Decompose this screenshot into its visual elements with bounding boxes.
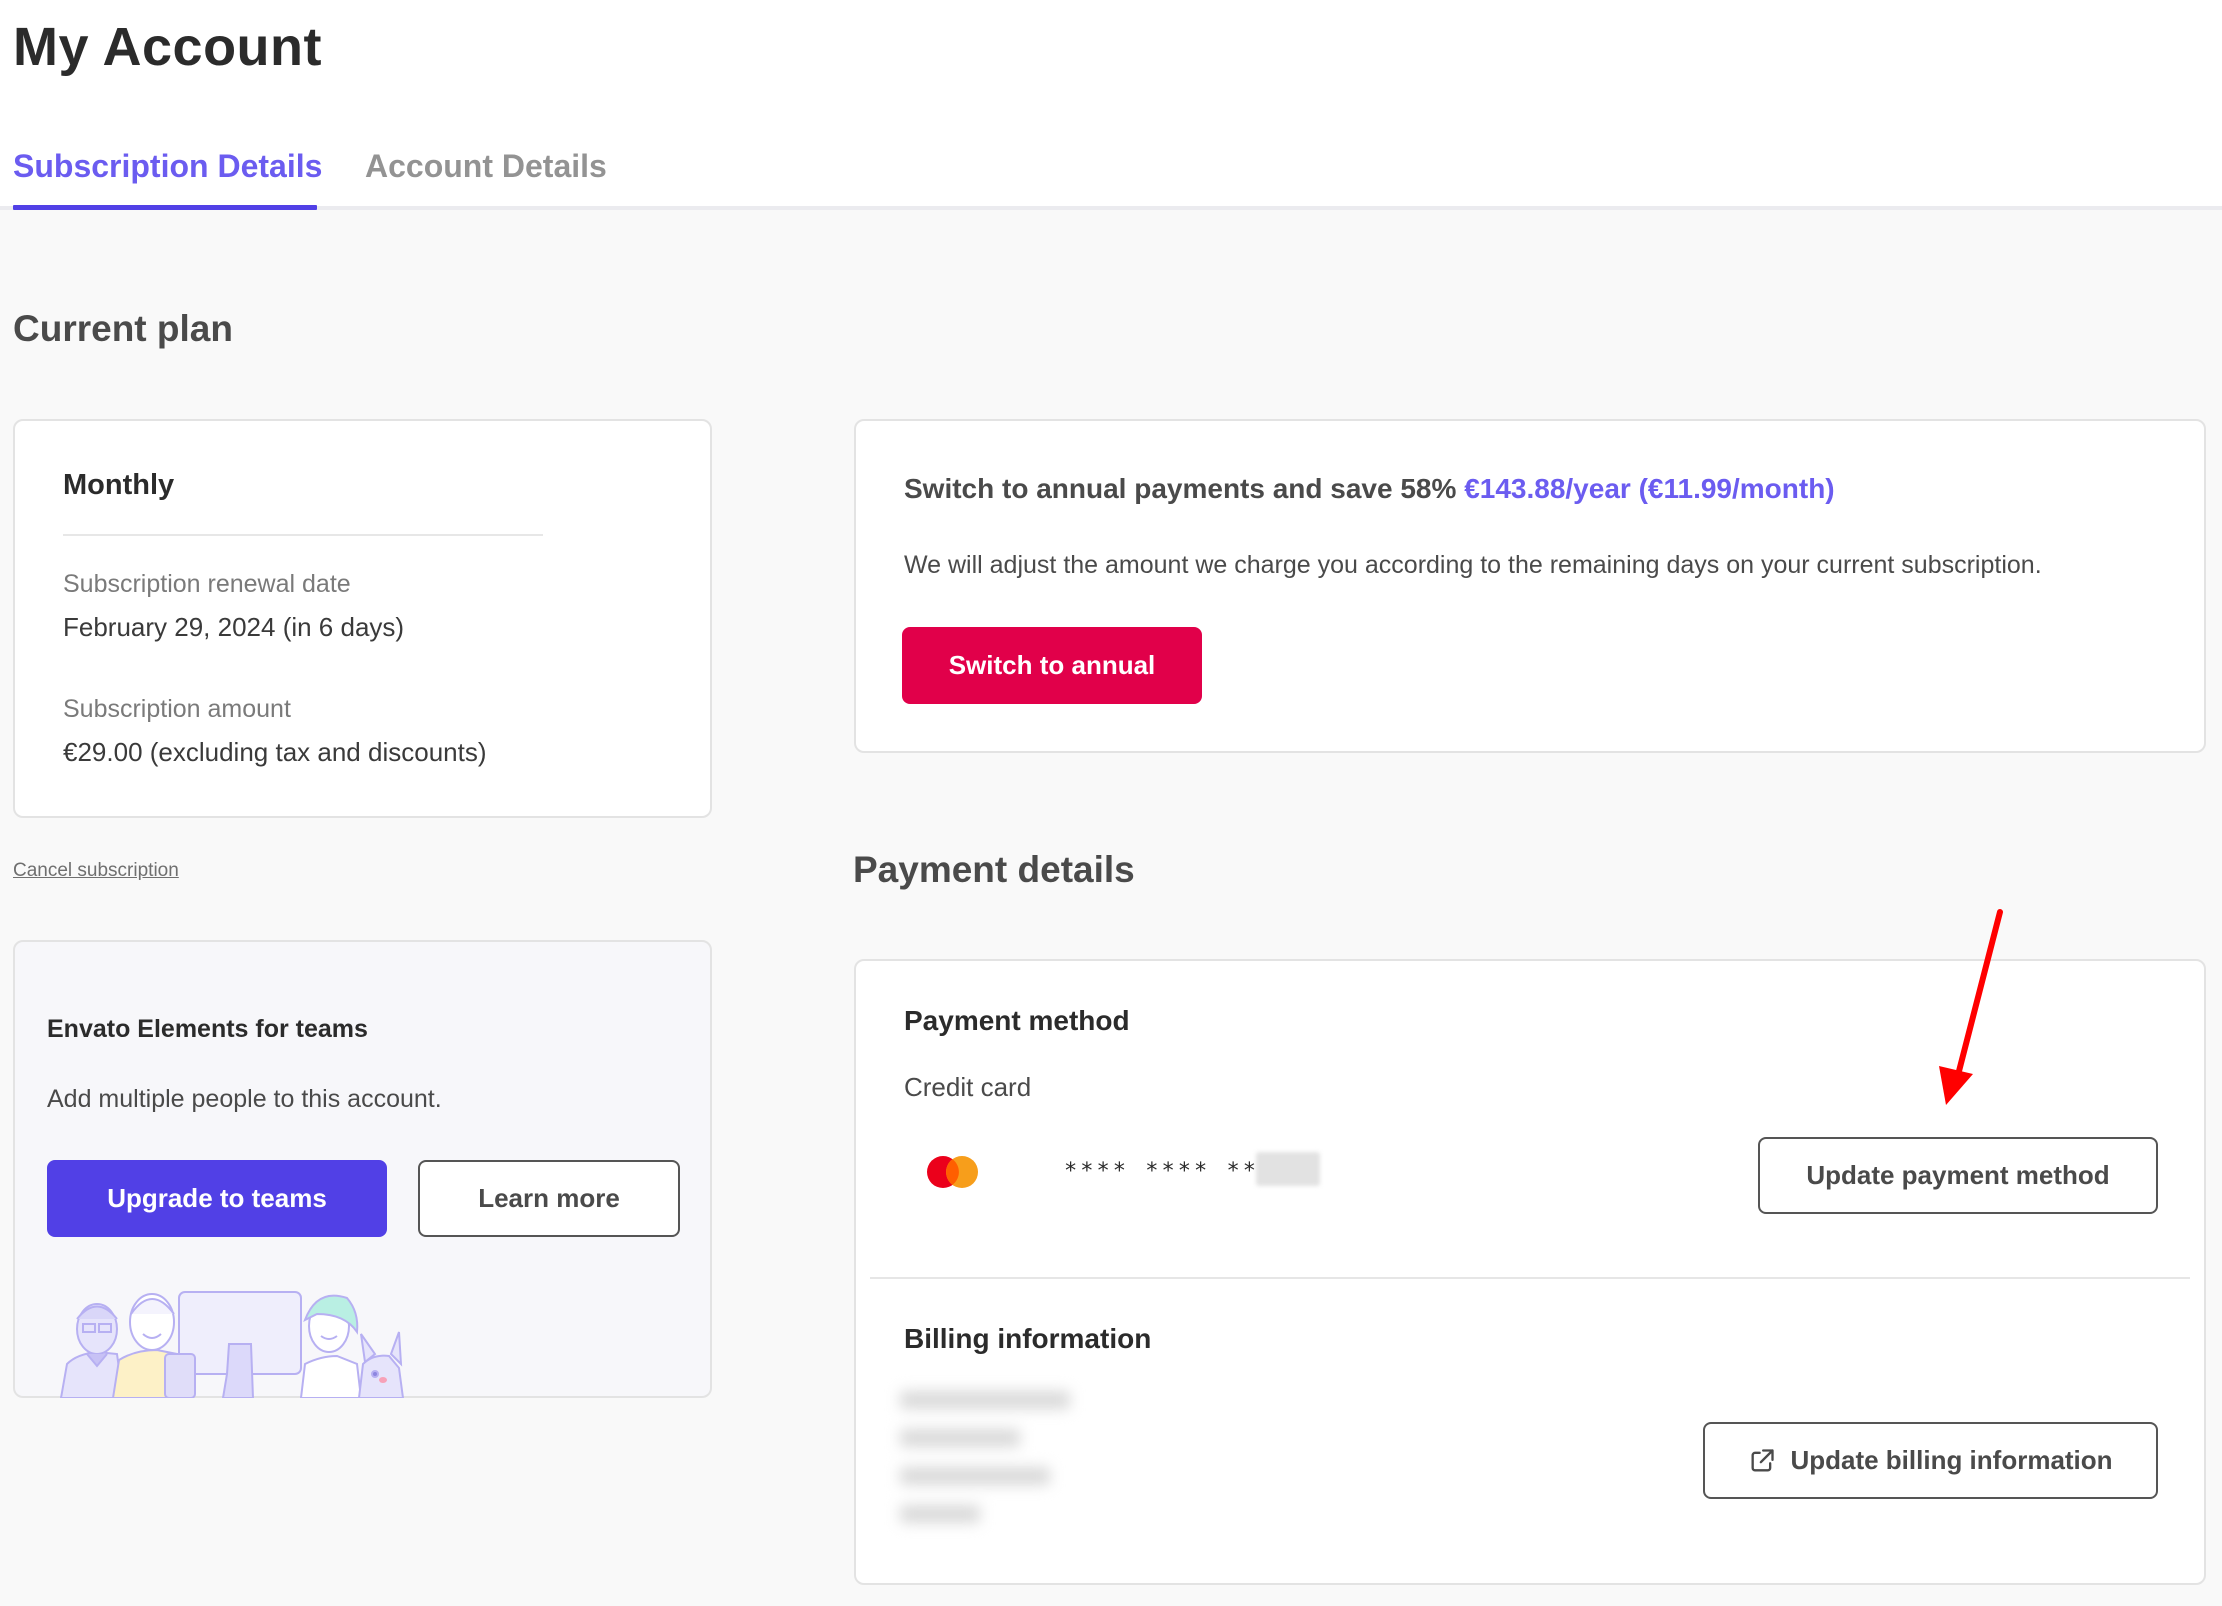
team-illustration-icon [59,1291,405,1398]
renewal-date-value: February 29, 2024 (in 6 days) [63,612,405,642]
current-plan-heading: Current plan [13,308,233,349]
payment-type: Credit card [904,1072,1032,1102]
plan-divider [63,534,543,536]
renewal-date-label: Subscription renewal date [63,570,351,598]
subscription-amount-label: Subscription amount [63,695,291,723]
learn-more-label: Learn more [478,1183,620,1213]
annual-price-year: €143.88/year [1464,473,1631,504]
billing-address-redacted [900,1391,1090,1543]
annual-offer-description: We will adjust the amount we charge you … [904,551,2042,579]
annual-offer-card: Switch to annual payments and save 58% €… [854,419,2206,753]
plan-name: Monthly [63,469,175,501]
switch-to-annual-label: Switch to annual [948,650,1156,680]
tab-subscription-details[interactable]: Subscription Details [13,148,322,185]
page-title: My Account [13,17,323,77]
card-last-digits-redacted [1256,1152,1320,1186]
tabs-divider [0,206,2222,210]
update-payment-method-button[interactable]: Update payment method [1758,1137,2158,1214]
update-billing-information-button[interactable]: Update billing information [1703,1422,2158,1499]
upgrade-to-teams-label: Upgrade to teams [107,1183,327,1213]
payment-method-title: Payment method [904,1005,1130,1036]
tab-account-details[interactable]: Account Details [365,148,607,185]
subscription-amount-value: €29.00 (excluding tax and discounts) [63,737,487,767]
teams-title: Envato Elements for teams [47,1015,368,1043]
active-tab-indicator [13,205,317,210]
billing-information-title: Billing information [904,1323,1152,1354]
update-payment-method-label: Update payment method [1806,1160,2110,1190]
switch-to-annual-button[interactable]: Switch to annual [902,627,1202,704]
teams-description: Add multiple people to this account. [47,1085,442,1113]
current-plan-card: Monthly Subscription renewal date Februa… [13,419,712,818]
annual-offer-headline-prefix: Switch to annual payments and save 58% [904,473,1457,504]
external-link-icon [1751,1448,1775,1471]
cancel-subscription-link[interactable]: Cancel subscription [13,860,179,882]
payment-details-card: Payment method Credit card **** **** ***… [854,959,2206,1585]
teams-card: Envato Elements for teams Add multiple p… [13,940,712,1398]
annual-price-month: (€11.99/month) [1638,473,1835,504]
mastercard-icon [927,1156,978,1188]
update-billing-information-label: Update billing information [1790,1445,2113,1475]
upgrade-to-teams-button[interactable]: Upgrade to teams [47,1160,387,1237]
annual-offer-headline: Switch to annual payments and save 58% €… [904,473,1835,505]
payment-details-heading: Payment details [853,849,1135,890]
page-header: My Account Subscription Details Account … [0,0,2222,206]
payment-billing-divider [870,1277,2190,1279]
learn-more-button[interactable]: Learn more [418,1160,680,1237]
